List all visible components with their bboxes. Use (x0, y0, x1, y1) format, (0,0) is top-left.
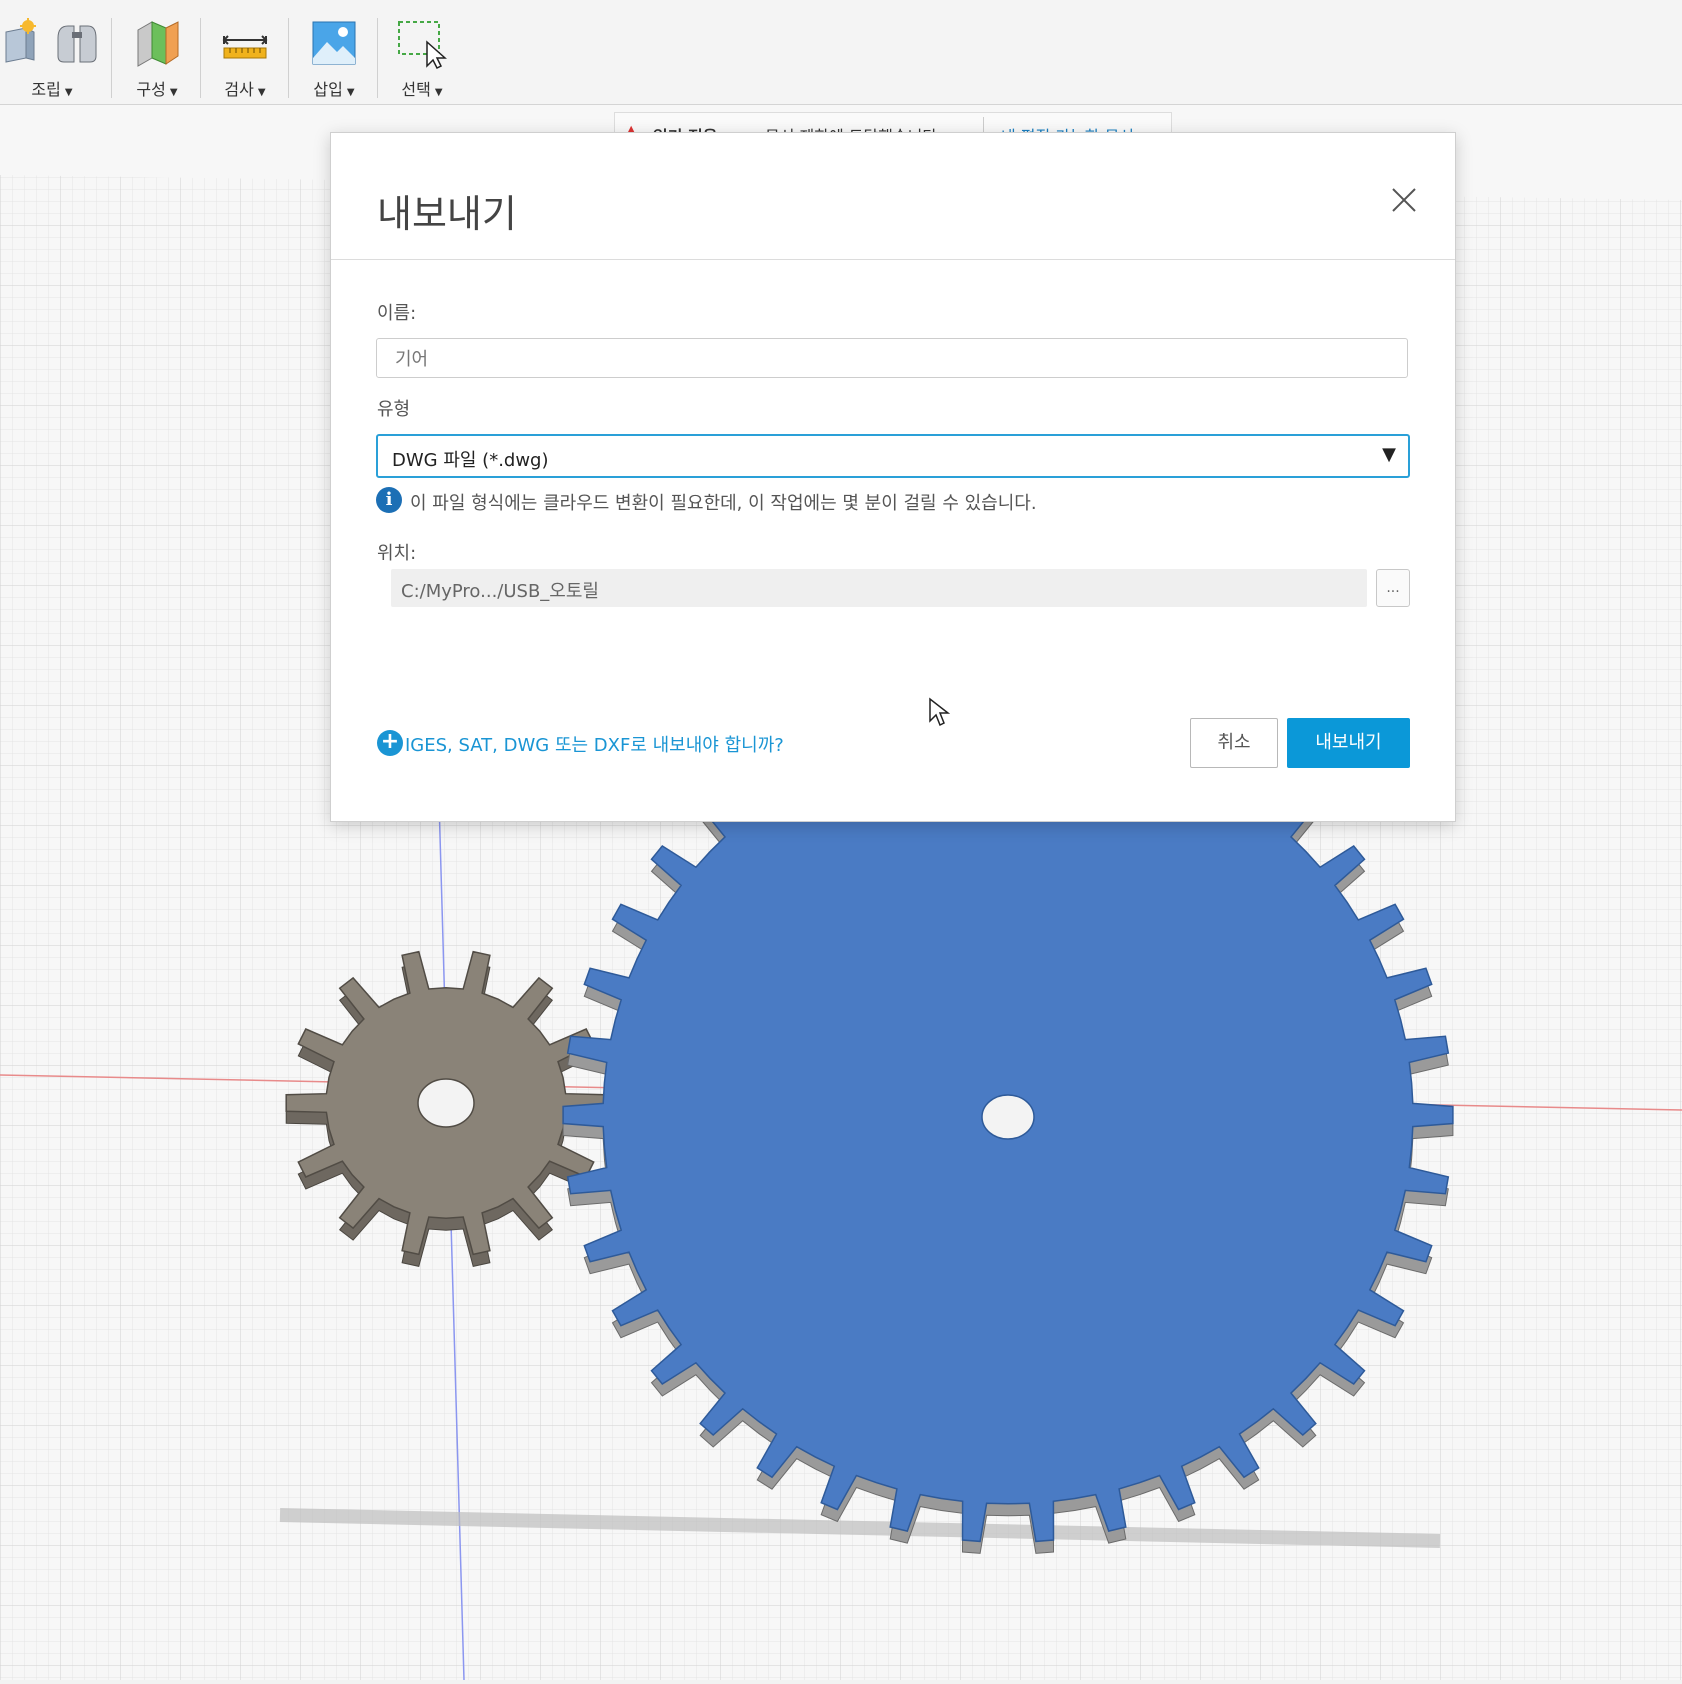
toolbar-group-select[interactable]: 선택 ▼ (381, 0, 463, 104)
type-label: 유형 (377, 399, 411, 420)
info-text: 이 파일 형식에는 클라우드 변환이 필요한데, 이 작업에는 몇 분이 걸릴 … (410, 493, 1037, 514)
toolbar-group-inspect[interactable]: 검사 ▼ (204, 0, 286, 104)
construct-plane-icon (132, 18, 182, 72)
toolbar: 조립 ▼ 구성 ▼ 검사 ▼ 삽입 ▼ 선택 ▼ (0, 0, 1682, 105)
toolbar-separator (200, 18, 201, 98)
insert-image-icon (311, 18, 357, 72)
location-value: C:/MyPro.../USB_오토릴 (401, 581, 599, 602)
name-label: 이름: (377, 303, 417, 324)
toolbar-label-construct: 구성 ▼ (136, 80, 178, 99)
toolbar-label-insert: 삽입 ▼ (313, 80, 355, 99)
mouse-cursor-icon (928, 697, 951, 731)
export-help-text: IGES, SAT, DWG 또는 DXF로 내보내야 합니까? (405, 735, 784, 756)
dialog-title: 내보내기 (377, 192, 517, 236)
location-field[interactable]: C:/MyPro.../USB_오토릴 (391, 569, 1367, 607)
plus-circle-icon: + (377, 730, 403, 756)
dropdown-arrow-icon: ▼ (1382, 444, 1396, 465)
location-label: 위치: (377, 543, 417, 564)
toolbar-label-inspect: 검사 ▼ (224, 80, 266, 99)
close-button[interactable] (1389, 185, 1419, 215)
toolbar-group-construct[interactable]: 구성 ▼ (116, 0, 198, 104)
small-gear-hole (417, 1078, 475, 1128)
info-icon: i (376, 487, 402, 513)
type-select-value: DWG 파일 (*.dwg) (392, 450, 549, 471)
browse-button[interactable]: ... (1376, 569, 1410, 607)
type-select[interactable]: DWG 파일 (*.dwg) ▼ (376, 434, 1410, 478)
toolbar-group-assemble[interactable]: 조립 ▼ (0, 0, 104, 104)
toolbar-group-insert[interactable]: 삽입 ▼ (293, 0, 375, 104)
cancel-button[interactable]: 취소 (1190, 718, 1278, 768)
export-button[interactable]: 내보내기 (1287, 718, 1410, 768)
select-window-icon (397, 18, 447, 72)
joint-icon (54, 18, 100, 72)
toolbar-label-select: 선택 ▼ (401, 80, 443, 99)
toolbar-separator (111, 18, 112, 98)
measure-ruler-icon (222, 18, 268, 72)
dialog-divider (331, 259, 1455, 260)
toolbar-separator (377, 18, 378, 98)
large-gear-hole (981, 1094, 1035, 1140)
toolbar-label-assemble: 조립 ▼ (31, 80, 73, 99)
toolbar-separator (288, 18, 289, 98)
name-input[interactable] (376, 338, 1408, 378)
export-dialog: 내보내기 이름: 유형 DWG 파일 (*.dwg) ▼ i 이 파일 형식에는… (330, 132, 1456, 822)
assemble-new-component-icon (4, 18, 40, 72)
close-icon (1392, 188, 1416, 212)
